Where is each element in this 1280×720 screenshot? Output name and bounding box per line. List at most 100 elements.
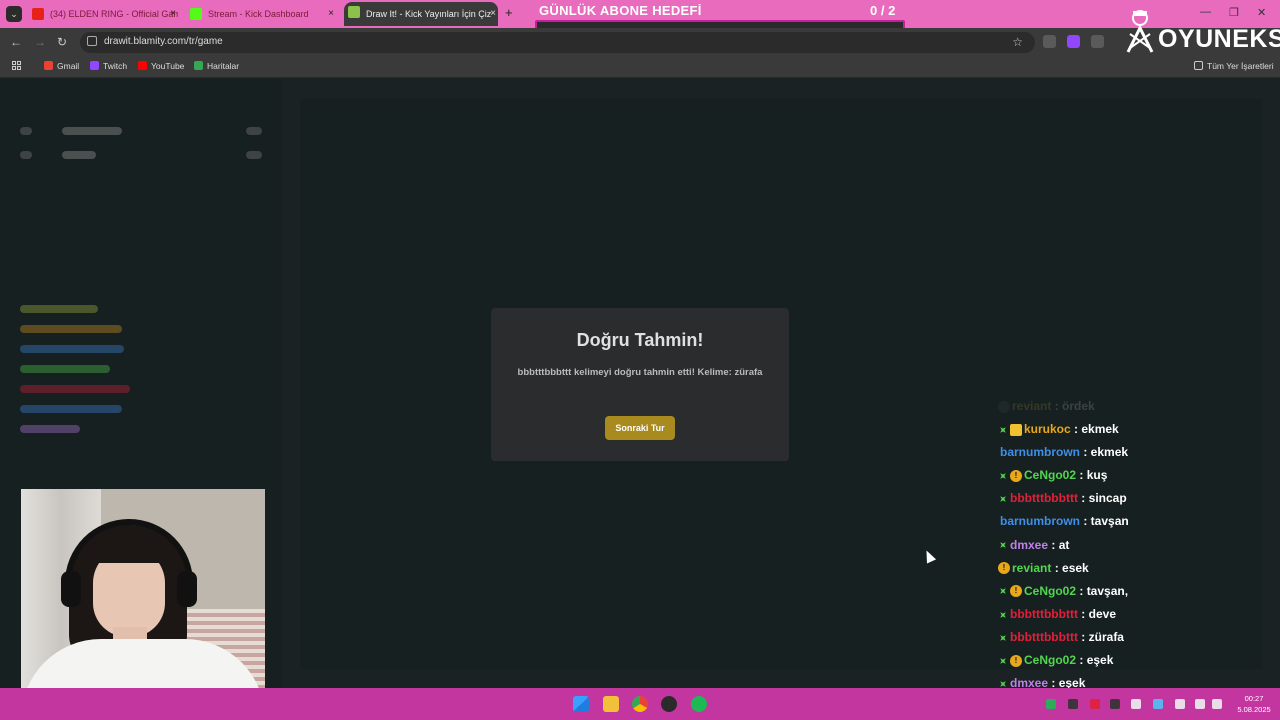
chat-message: ! CeNgo02 : kuş (998, 467, 1278, 490)
diamond-badge-icon (997, 540, 1008, 551)
chat-message: bbbtttbbbttt : deve (998, 606, 1278, 629)
tray-app-icon[interactable] (1110, 699, 1120, 709)
bookmark-label: Gmail (57, 61, 80, 71)
chat-separator: : (1077, 629, 1089, 644)
youtube-favicon-icon (32, 8, 44, 20)
dialog-message: bbbtttbbbttt kelimeyi doğru tahmin etti!… (517, 367, 763, 378)
chat-username[interactable]: barnumbrown (1000, 445, 1080, 459)
spotify-icon[interactable] (691, 696, 707, 712)
chat-username[interactable]: CeNgo02 (1024, 468, 1076, 482)
chevron-down-icon[interactable]: ⌄ (6, 6, 22, 22)
youtube-icon (138, 61, 147, 70)
close-tab-icon[interactable]: × (490, 2, 496, 26)
one-badge-icon: ! (1010, 469, 1022, 482)
tray-network-app-icon[interactable] (1153, 699, 1163, 709)
webcam-feed (21, 489, 265, 715)
tray-obs-icon[interactable] (1068, 699, 1078, 709)
close-tab-icon[interactable]: × (328, 4, 334, 24)
apps-grid-icon[interactable] (12, 61, 22, 71)
chat-username[interactable]: dmxee (1010, 537, 1048, 551)
bookmark-label: YouTube (151, 61, 185, 71)
crown-badge-icon (1010, 423, 1022, 436)
blurred-row (246, 151, 262, 159)
tray-app-icon[interactable] (1090, 699, 1100, 709)
all-bookmarks[interactable]: Tüm Yer İşaretleri (1194, 61, 1274, 71)
chat-message: ! reviant : esek (998, 560, 1278, 583)
bookmarks-bar: Gmail Twitch YouTube Haritalar Tüm Yer İ… (0, 56, 1280, 78)
chat-message: barnumbrown : ekmek (998, 444, 1278, 467)
chat-text: tavşan, (1086, 583, 1129, 598)
chat-separator: : (1076, 468, 1087, 483)
reload-icon[interactable]: ↻ (57, 35, 67, 49)
bookmark-star-icon[interactable]: ☆ (1012, 35, 1023, 49)
chat-badges (998, 607, 1010, 621)
chat-badges (998, 630, 1010, 644)
extension-twitch-icon[interactable] (1067, 35, 1080, 48)
chat-separator: : (1080, 445, 1091, 460)
chat-message: bbbtttbbbttt : zürafa (998, 629, 1278, 652)
blurred-row (20, 365, 110, 373)
chat-separator: : (1070, 421, 1082, 436)
chat-badges: ! (998, 468, 1024, 482)
bookmark-gmail[interactable]: Gmail (44, 61, 79, 71)
forward-icon[interactable]: → (34, 35, 46, 49)
goal-count: 0 / 2 (870, 3, 896, 18)
blurred-row (20, 425, 80, 433)
chat-message: dmxee : at (998, 537, 1278, 560)
twitch-icon (90, 61, 99, 70)
microphone-icon[interactable] (1175, 699, 1185, 709)
extensions-puzzle-icon[interactable] (1091, 35, 1104, 48)
next-round-button[interactable]: Sonraki Tur (605, 416, 675, 440)
chat-separator: : (1051, 398, 1063, 413)
obs-icon[interactable] (661, 696, 677, 712)
display-icon[interactable] (1195, 699, 1205, 709)
tray-steam-icon[interactable] (1131, 699, 1141, 709)
folder-icon (1194, 61, 1203, 70)
volume-icon[interactable] (1212, 699, 1222, 709)
blurred-row (20, 385, 130, 393)
kick-favicon-icon (190, 8, 202, 20)
chat-username[interactable]: CeNgo02 (1024, 653, 1076, 667)
chat-username[interactable]: reviant (1012, 399, 1051, 413)
chrome-icon[interactable] (632, 696, 648, 712)
bookmark-haritalar[interactable]: Haritalar (194, 61, 239, 71)
chat-username[interactable]: CeNgo02 (1024, 584, 1076, 598)
address-bar[interactable]: drawit.blamity.com/tr/game ☆ (80, 32, 1035, 53)
windows-start-icon[interactable] (573, 696, 589, 712)
bookmark-twitch[interactable]: Twitch (90, 61, 127, 71)
blurred-row (20, 127, 32, 135)
chat-username[interactable]: bbbtttbbbttt (1010, 491, 1078, 505)
file-explorer-icon[interactable] (603, 696, 619, 712)
close-tab-icon[interactable]: × (170, 4, 176, 24)
chat-overlay: reviant : ördek kurukoc : ekmek barnumbrow… (998, 398, 1278, 720)
chat-message: kurukoc : ekmek (998, 421, 1278, 444)
chat-message: barnumbrown : tavşan (998, 513, 1278, 536)
oyuneks-logo: OYUNEKS (1124, 8, 1280, 53)
tab-elden-ring[interactable]: (34) ELDEN RING - Official Gam × (28, 4, 178, 24)
tab-draw-it[interactable]: Draw It! - Kick Yayınları İçin Çiz × (344, 2, 498, 26)
chat-text: at (1058, 537, 1070, 552)
back-icon[interactable]: ← (10, 35, 22, 49)
bookmark-label: Tüm Yer İşaretleri (1207, 61, 1274, 71)
diamond-badge-icon (997, 493, 1008, 504)
system-clock[interactable]: 00:27 5.08.2025 (1232, 693, 1276, 715)
extension-controller-icon[interactable] (1043, 35, 1056, 48)
diamond-badge-icon (997, 424, 1008, 435)
windows-taskbar: 00:27 5.08.2025 (0, 688, 1280, 720)
tray-spotify-icon[interactable] (1046, 699, 1056, 709)
chat-username[interactable]: kurukoc (1024, 422, 1071, 436)
chat-separator: : (1080, 514, 1091, 529)
chat-username[interactable]: reviant (1012, 560, 1051, 574)
tab-kick-dashboard[interactable]: Stream - Kick Dashboard × (186, 4, 336, 24)
chat-username[interactable]: barnumbrown (1000, 514, 1080, 528)
bookmark-label: Haritalar (207, 61, 240, 71)
chat-separator: : (1051, 560, 1063, 575)
new-tab-icon[interactable]: + (505, 5, 513, 20)
blurred-row (20, 325, 122, 333)
clock-time: 00:27 (1244, 694, 1264, 703)
chat-username[interactable]: bbbtttbbbttt (1010, 607, 1078, 621)
bookmark-youtube[interactable]: YouTube (138, 61, 184, 71)
site-info-icon[interactable] (87, 36, 97, 46)
chat-separator: : (1077, 491, 1089, 506)
chat-username[interactable]: bbbtttbbbttt (1010, 630, 1078, 644)
